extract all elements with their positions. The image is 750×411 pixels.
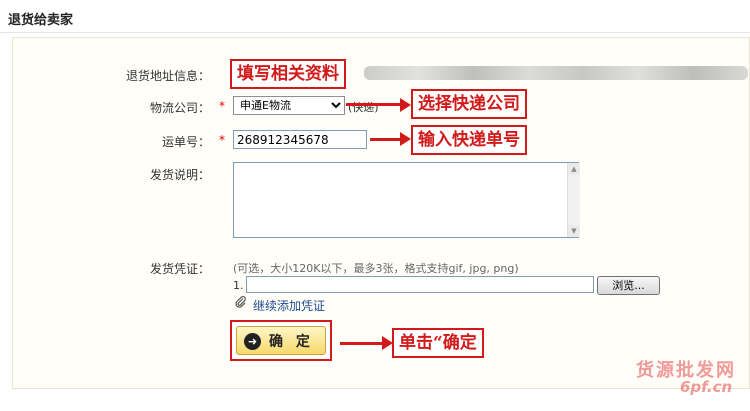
annotation-choose-courier: 选择快递公司: [411, 89, 527, 119]
voucher-index: 1.: [233, 279, 244, 292]
browse-button[interactable]: 浏览...: [597, 276, 660, 295]
annotation-click-confirm: 单击“确定: [392, 328, 484, 358]
address-value-blurred: [364, 66, 748, 80]
confirm-button-label: 确 定: [269, 334, 314, 350]
watermark-url: 6pf.cn: [680, 378, 733, 396]
shipping-remark-textarea[interactable]: [233, 162, 579, 238]
arrow-right-circle-icon: ➜: [244, 333, 261, 350]
voucher-file-input[interactable]: [246, 276, 594, 293]
confirm-highlight-box: ➜ 确 定: [230, 320, 332, 361]
tracking-label: 运单号：: [161, 135, 210, 149]
logistics-label: 物流公司：: [149, 101, 210, 115]
remark-scrollbar[interactable]: ▲ ▼: [567, 163, 580, 237]
required-star: *: [219, 99, 225, 113]
required-star: *: [219, 133, 225, 147]
arrow-head: [400, 98, 411, 112]
arrow-head: [400, 132, 411, 146]
scroll-up-icon[interactable]: ▲: [568, 163, 580, 175]
scroll-down-icon[interactable]: ▼: [568, 225, 580, 237]
logistics-suffix: (快递): [348, 101, 379, 114]
title-divider: [0, 32, 750, 33]
section-title: 退货给卖家: [8, 13, 74, 28]
arrow-line: [340, 342, 384, 345]
confirm-button[interactable]: ➜ 确 定: [236, 326, 326, 355]
add-voucher-link[interactable]: 继续添加凭证: [253, 297, 325, 314]
tracking-number-input[interactable]: [233, 130, 367, 149]
voucher-label: 发货凭证：: [149, 262, 210, 276]
voucher-hint: (可选，大小120K以下，最多3张，格式支持gif, jpg, png): [233, 262, 519, 275]
annotation-fill-info: 填写相关资料: [230, 59, 346, 89]
arrow-line: [346, 103, 402, 106]
annotation-enter-tracking: 输入快递单号: [411, 125, 527, 155]
address-label: 退货地址信息：: [125, 69, 210, 83]
remark-label: 发货说明：: [149, 168, 210, 182]
logistics-company-select[interactable]: 申通E物流: [233, 96, 345, 115]
arrow-line: [370, 138, 402, 141]
paperclip-icon: [235, 296, 247, 308]
